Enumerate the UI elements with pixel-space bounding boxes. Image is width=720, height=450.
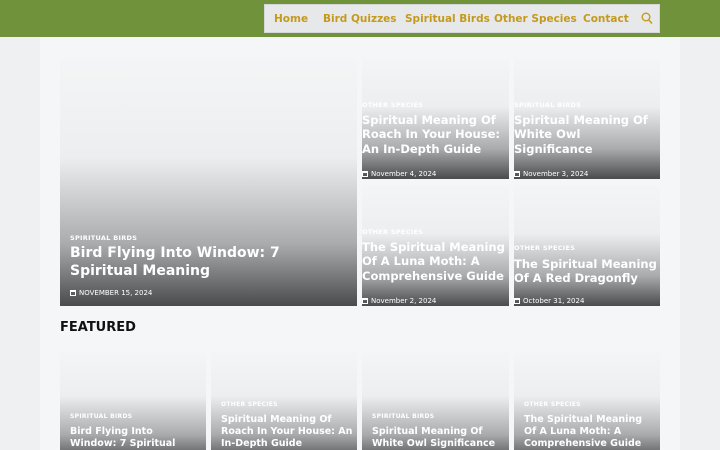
- post-date: November 4, 2024: [362, 170, 436, 178]
- post-category[interactable]: OTHER SPECIES: [514, 244, 575, 252]
- grid-post-card[interactable]: OTHER SPECIES The Spiritual Meaning Of A…: [362, 185, 509, 306]
- post-category[interactable]: SPIRITUAL BIRDS: [514, 101, 581, 109]
- post-title[interactable]: Spiritual Meaning Of White Owl Significa…: [514, 113, 660, 156]
- calendar-icon: [362, 298, 368, 304]
- featured-heading: FEATURED: [60, 320, 136, 335]
- post-date-text: November 3, 2024: [523, 170, 589, 178]
- post-category[interactable]: SPIRITUAL BIRDS: [372, 413, 434, 420]
- post-title[interactable]: Spiritual Meaning Of White Owl Significa…: [372, 426, 504, 450]
- post-category[interactable]: OTHER SPECIES: [362, 228, 423, 236]
- post-category[interactable]: OTHER SPECIES: [362, 101, 423, 109]
- nav-link-contact[interactable]: Contact: [583, 13, 629, 25]
- nav-link-spiritual-birds[interactable]: Spiritual Birds: [405, 13, 490, 25]
- featured-post-card[interactable]: SPIRITUAL BIRDS Spiritual Meaning Of Whi…: [362, 352, 509, 450]
- post-title[interactable]: Bird Flying Into Window: 7 Spiritual Mea…: [70, 426, 202, 450]
- post-date: October 31, 2024: [514, 297, 584, 305]
- post-category[interactable]: SPIRITUAL BIRDS: [70, 234, 137, 242]
- grid-post-card[interactable]: OTHER SPECIES The Spiritual Meaning Of A…: [514, 185, 660, 306]
- grid-post-card[interactable]: SPIRITUAL BIRDS Spiritual Meaning Of Whi…: [514, 58, 660, 179]
- featured-post-card[interactable]: OTHER SPECIES The Spiritual Meaning Of A…: [514, 352, 660, 450]
- calendar-icon: [362, 171, 368, 177]
- calendar-icon: [514, 298, 520, 304]
- post-title[interactable]: Bird Flying Into Window: 7 Spiritual Mea…: [70, 245, 350, 280]
- nav-link-home[interactable]: Home: [274, 13, 308, 25]
- post-date: NOVEMBER 15, 2024: [70, 289, 152, 297]
- main-navigation: Home Bird Quizzes Spiritual Birds Other …: [264, 4, 660, 33]
- post-title[interactable]: The Spiritual Meaning Of A Luna Moth: A …: [362, 240, 509, 283]
- calendar-icon: [70, 290, 76, 296]
- post-category[interactable]: SPIRITUAL BIRDS: [70, 413, 132, 420]
- post-date: November 2, 2024: [362, 297, 436, 305]
- grid-post-card[interactable]: OTHER SPECIES Spiritual Meaning Of Roach…: [362, 58, 509, 179]
- featured-post-card[interactable]: SPIRITUAL BIRDS Bird Flying Into Window:…: [60, 352, 206, 450]
- nav-link-other-species[interactable]: Other Species: [494, 13, 577, 25]
- hero-post-card[interactable]: SPIRITUAL BIRDS Bird Flying Into Window:…: [60, 58, 357, 306]
- post-category[interactable]: OTHER SPECIES: [221, 401, 278, 408]
- featured-post-card[interactable]: OTHER SPECIES Spiritual Meaning Of Roach…: [211, 352, 357, 450]
- post-date-text: November 4, 2024: [371, 170, 437, 178]
- post-title[interactable]: Spiritual Meaning Of Roach In Your House…: [221, 414, 353, 450]
- post-date: November 3, 2024: [514, 170, 588, 178]
- post-date-text: NOVEMBER 15, 2024: [79, 289, 153, 297]
- post-title[interactable]: The Spiritual Meaning Of A Luna Moth: A …: [524, 414, 656, 450]
- post-title[interactable]: The Spiritual Meaning Of A Red Dragonfly: [514, 257, 660, 286]
- post-title[interactable]: Spiritual Meaning Of Roach In Your House…: [362, 113, 509, 156]
- post-date-text: October 31, 2024: [523, 297, 585, 305]
- nav-link-bird-quizzes[interactable]: Bird Quizzes: [323, 13, 397, 25]
- post-category[interactable]: OTHER SPECIES: [524, 401, 581, 408]
- calendar-icon: [514, 171, 520, 177]
- post-date-text: November 2, 2024: [371, 297, 437, 305]
- search-icon[interactable]: [641, 12, 653, 26]
